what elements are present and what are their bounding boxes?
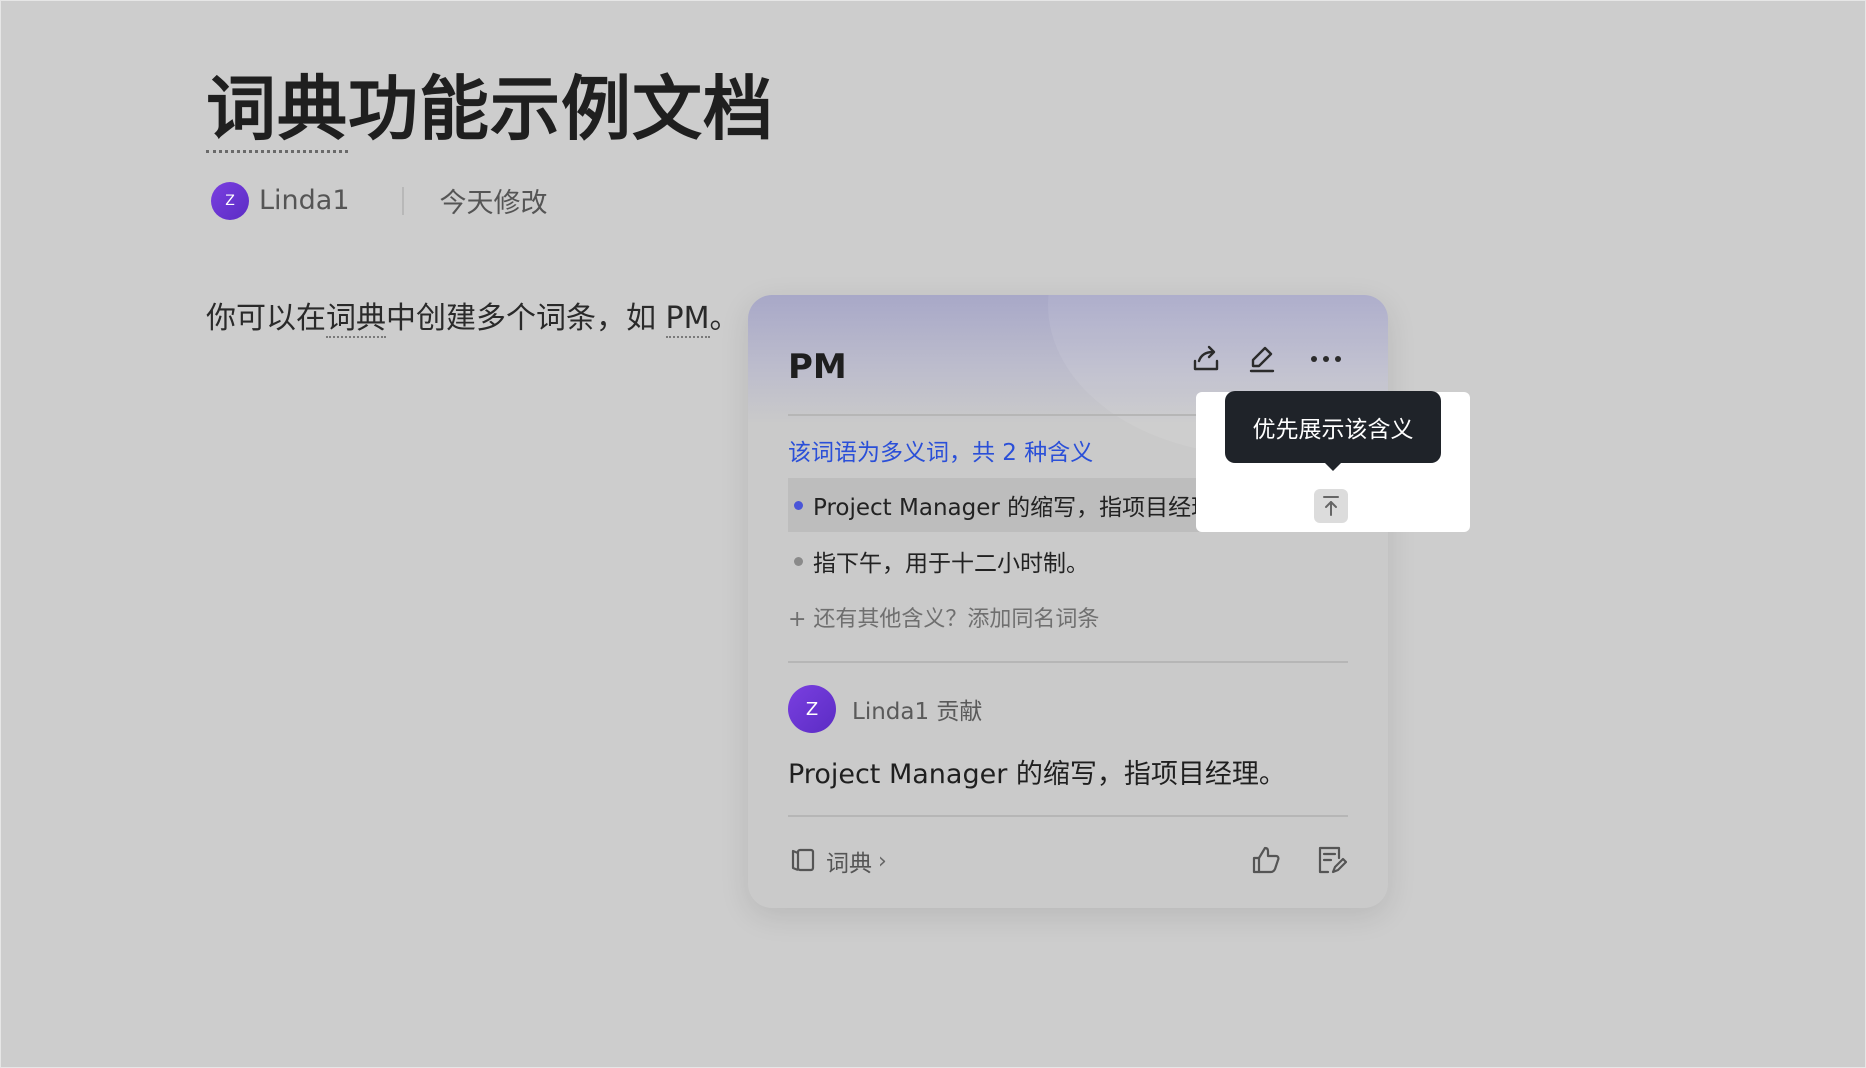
body-text-1: 你可以在 — [206, 301, 326, 336]
tooltip-text: 优先展示该含义 — [1252, 417, 1414, 443]
card-divider — [788, 661, 1348, 663]
card-divider — [788, 815, 1348, 817]
doc-meta: Z Linda1 今天修改 — [211, 181, 548, 220]
dictionary-link-label: 词典 — [826, 851, 872, 877]
contributor-avatar[interactable]: Z — [788, 685, 836, 733]
more-icon[interactable] — [1308, 341, 1344, 377]
feedback-icon[interactable] — [1313, 842, 1349, 878]
contributor-name: Linda1 贡献 — [852, 699, 983, 725]
meta-divider — [401, 186, 404, 215]
dictionary-term-link[interactable]: 词典 — [326, 301, 386, 338]
meaning-text: 指下午，用于十二小时制。 — [813, 551, 1089, 577]
contributor: Z Linda1 贡献 — [788, 685, 982, 733]
thumbs-up-icon[interactable] — [1248, 842, 1284, 878]
meaning-bullet — [794, 556, 803, 566]
title-text: 功能示例文档 — [348, 68, 774, 150]
body-text-2: 中创建多个词条，如 — [386, 301, 666, 336]
body-text-3: 。 — [709, 301, 740, 336]
definition-text: Project Manager 的缩写，指项目经理。 — [788, 759, 1286, 790]
meaning-bullet — [794, 500, 803, 510]
meaning-item-2[interactable]: 指下午，用于十二小时制。 — [788, 534, 1348, 588]
dictionary-link[interactable]: 词典 › — [788, 844, 887, 878]
pin-to-top-button[interactable] — [1314, 489, 1348, 523]
document-canvas: 词典功能示例文档 Z Linda1 今天修改 你可以在词典中创建多个词条，如 P… — [0, 0, 1866, 1068]
pm-term-link[interactable]: PM — [665, 301, 710, 338]
dictionary-card: PM 该词语为多义词，共 2 种含义 Project Manager 的缩写，指… — [748, 295, 1388, 908]
page-title: 词典功能示例文档 — [206, 53, 774, 154]
chevron-right-icon: › — [878, 848, 887, 874]
dictionary-icon — [788, 844, 818, 878]
card-term-title: PM — [788, 347, 847, 387]
body-paragraph: 你可以在词典中创建多个词条，如 PM。 — [206, 293, 740, 338]
edit-icon[interactable] — [1244, 341, 1280, 377]
meaning-text: Project Manager 的缩写，指项目经理。 — [813, 495, 1238, 521]
tooltip: 优先展示该含义 — [1225, 391, 1441, 471]
pin-to-top-icon — [1323, 496, 1339, 516]
add-synonym-entry-link[interactable]: + 还有其他含义？添加同名词条 — [788, 601, 1099, 633]
author-name[interactable]: Linda1 — [259, 185, 350, 216]
modified-time: 今天修改 — [439, 188, 548, 219]
author-avatar[interactable]: Z — [211, 181, 249, 220]
title-dictionary-term[interactable]: 词典 — [206, 68, 348, 153]
polysemy-note[interactable]: 该词语为多义词，共 2 种含义 — [788, 433, 1093, 467]
share-icon[interactable] — [1188, 341, 1224, 377]
